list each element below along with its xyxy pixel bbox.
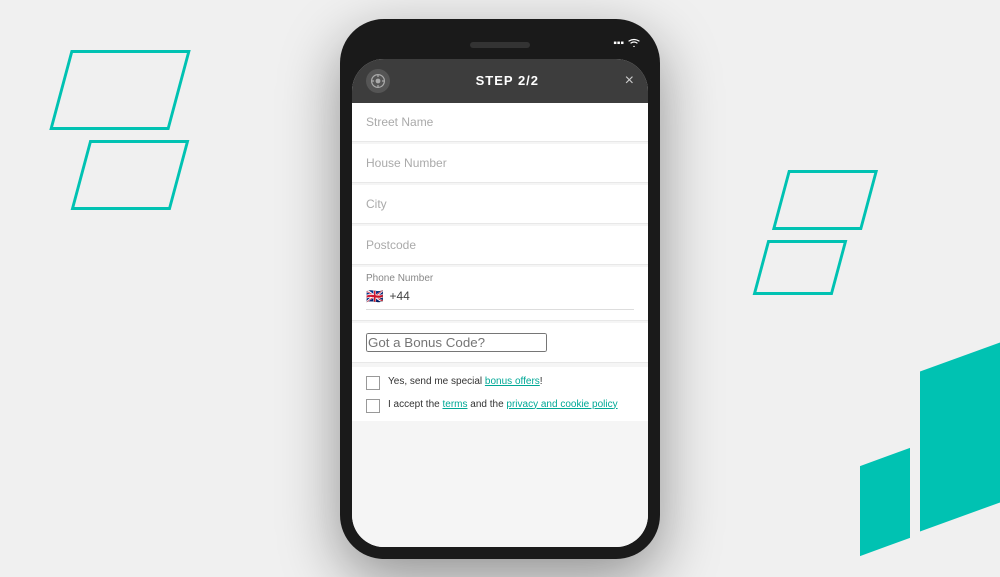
street-name-field <box>352 103 648 142</box>
form-scroll-area: Phone Number 🇬🇧 +44 <box>352 103 648 547</box>
phone-number-input[interactable] <box>416 289 634 303</box>
postcode-input[interactable] <box>366 238 634 252</box>
uk-flag-icon: 🇬🇧 <box>366 288 383 305</box>
phone-screen: STEP 2/2 × <box>352 59 648 547</box>
phone-number-label: Phone Number <box>366 273 634 284</box>
deco-shape-3 <box>772 170 878 230</box>
marketing-checkbox[interactable] <box>366 376 380 390</box>
close-button[interactable]: × <box>625 73 634 89</box>
deco-shape-5 <box>920 342 1000 531</box>
house-number-field <box>352 144 648 183</box>
phone-country-code: +44 <box>389 289 409 303</box>
city-field <box>352 185 648 224</box>
marketing-label: Yes, send me special bonus offers! <box>388 375 543 389</box>
city-input[interactable] <box>366 197 634 211</box>
deco-shape-4 <box>753 240 848 295</box>
marketing-text-before: Yes, send me special <box>388 376 485 387</box>
checkbox-area: Yes, send me special bonus offers! I acc… <box>352 367 648 421</box>
privacy-policy-link[interactable]: privacy and cookie policy <box>506 399 617 410</box>
marketing-text-after: ! <box>540 376 543 387</box>
deco-shape-6 <box>860 448 910 556</box>
deco-shape-1 <box>49 50 190 130</box>
street-name-input[interactable] <box>366 115 634 129</box>
terms-text-middle: and the <box>467 399 506 410</box>
deco-shape-2 <box>71 140 190 210</box>
postcode-field <box>352 226 648 265</box>
app-header: STEP 2/2 × <box>352 59 648 103</box>
status-bar: ▪▪▪ <box>613 37 640 50</box>
marketing-checkbox-row: Yes, send me special bonus offers! <box>366 375 634 390</box>
bonus-offers-link[interactable]: bonus offers <box>485 376 540 387</box>
bonus-code-input[interactable] <box>366 333 547 352</box>
terms-link[interactable]: terms <box>442 399 467 410</box>
phone-underline <box>366 309 634 310</box>
phone-notch: ▪▪▪ <box>352 31 648 59</box>
terms-label: I accept the terms and the privacy and c… <box>388 398 618 412</box>
house-number-input[interactable] <box>366 156 634 170</box>
bonus-code-field <box>352 323 648 363</box>
signal-icon: ▪▪▪ <box>613 38 624 49</box>
phone-frame: ▪▪▪ <box>340 19 660 559</box>
phone-speaker <box>470 42 530 48</box>
step-title: STEP 2/2 <box>476 73 539 88</box>
app-logo <box>366 69 390 93</box>
phone-number-field: Phone Number 🇬🇧 +44 <box>352 267 648 321</box>
wifi-icon <box>628 37 640 50</box>
phone-input-row: 🇬🇧 +44 <box>366 288 634 305</box>
phone-mockup: ▪▪▪ <box>340 19 660 559</box>
terms-checkbox[interactable] <box>366 399 380 413</box>
terms-text-before: I accept the <box>388 399 442 410</box>
terms-checkbox-row: I accept the terms and the privacy and c… <box>366 398 634 413</box>
